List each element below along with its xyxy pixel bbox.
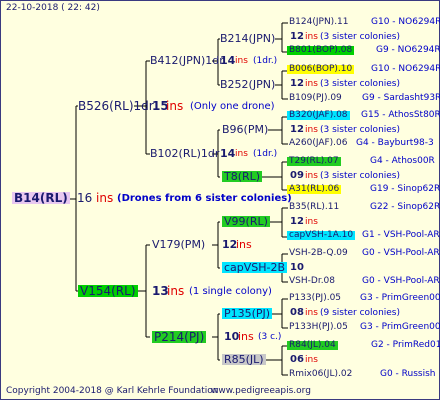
gen5-count: 12 bbox=[290, 216, 304, 227]
gen5-queen: B124(JPN).11 bbox=[289, 17, 349, 27]
sire-sire-ins-count: 14 bbox=[220, 54, 236, 67]
gen5-queen: VSH-2B-Q.09 bbox=[289, 248, 348, 258]
gen5-count: 10 bbox=[290, 262, 304, 273]
gen5-ins-word: ins bbox=[305, 32, 318, 42]
gen5-queen: capVSH-1A.10 bbox=[287, 230, 356, 240]
gen5-code: G3 - PrimGreen00 bbox=[360, 322, 440, 332]
dam-queen: V154(RL) bbox=[78, 284, 138, 298]
dam-sire-ins-word: ins bbox=[236, 238, 252, 251]
gen5-ins-word: ins bbox=[305, 217, 318, 227]
gen5-ins-word: ins bbox=[305, 79, 318, 89]
gen5-count: 06 bbox=[290, 354, 304, 365]
gen5-queen: T29(RL).07 bbox=[287, 156, 341, 166]
sire-dam-ins-word: ins bbox=[235, 149, 248, 159]
gen5-queen: A260(JAF).06 bbox=[289, 138, 348, 148]
gen5-code: G0 - VSH-Pool-AR bbox=[362, 276, 440, 286]
site-link[interactable]: www.pedigreeapis.org bbox=[211, 387, 311, 396]
gen5-code: G2 - PrimRed01 bbox=[371, 340, 440, 350]
sire-dam-note: (1dr.) bbox=[253, 149, 278, 159]
gen5-queen: B006(BOP).10 bbox=[287, 64, 355, 74]
gen5-ins-word: ins bbox=[305, 125, 318, 135]
gen5-queen: VSH-Dr.08 bbox=[289, 276, 336, 286]
gen5-queen: B801(BOP).08 bbox=[287, 45, 355, 55]
dam-sire-dam: capVSH-2B bbox=[222, 261, 288, 274]
gen5-code: G4 - Athos00R bbox=[370, 156, 435, 166]
gen5-count: 12 bbox=[290, 31, 304, 42]
gen5-note: (3 sister colonies) bbox=[320, 125, 401, 135]
dam-note: (1 single colony) bbox=[189, 286, 272, 297]
gen5-count: 12 bbox=[290, 78, 304, 89]
dam-dam-dam: R85(JL) bbox=[222, 353, 266, 366]
copyright-text: Copyright 2004-2018 @ Karl Kehrle Founda… bbox=[6, 386, 219, 396]
sire-sire-queen: B412(JPN)1dr bbox=[150, 54, 224, 67]
sire-dam-dam: T8(RL) bbox=[222, 170, 263, 183]
gen5-queen: B35(RL).11 bbox=[289, 202, 340, 212]
gen5-note: (3 sister colonies) bbox=[320, 32, 401, 42]
gen5-code: G9 - Sardasht93R bbox=[362, 93, 440, 103]
sire-dam-sire: B96(PM) bbox=[222, 123, 269, 136]
gen5-code: G15 - AthosSt80R bbox=[361, 110, 440, 120]
gen5-code: G1 - VSH-Pool-AR bbox=[362, 230, 440, 240]
dam-dam-note: (3 c.) bbox=[258, 332, 282, 342]
sire-sire-dam: B252(JPN) bbox=[220, 78, 276, 91]
dam-sire-sire: V99(RL) bbox=[222, 215, 270, 228]
sire-sire-sire: B214(JPN) bbox=[220, 32, 276, 45]
gen5-code: G0 - Russish bbox=[380, 369, 436, 379]
dam-dam-ins-word: ins bbox=[238, 330, 254, 343]
gen5-queen: P133(PJ).05 bbox=[289, 293, 342, 303]
gen5-ins-word: ins bbox=[305, 171, 318, 181]
sire-sire-note: (1dr.) bbox=[253, 56, 278, 66]
gen5-code: G19 - Sinop62R bbox=[370, 184, 440, 194]
gen5-note: (3 sister colonies) bbox=[320, 79, 401, 89]
root-ins-count: 16 bbox=[77, 191, 93, 205]
root-queen: B14(RL) bbox=[12, 191, 70, 205]
gen5-queen: A31(RL).06 bbox=[287, 184, 342, 194]
gen5-note: (9 sister colonies) bbox=[320, 308, 401, 318]
sire-dam-ins-count: 14 bbox=[220, 147, 236, 160]
gen5-code: G4 - Bayburt98-3 bbox=[356, 138, 434, 148]
gen5-code: G22 - Sinop62R bbox=[370, 202, 440, 212]
root-note: (Drones from 6 sister colonies) bbox=[117, 193, 292, 204]
gen5-queen: Rmix06(JL).02 bbox=[289, 369, 353, 379]
gen5-ins-word: ins bbox=[305, 355, 318, 365]
gen5-code: G10 - NO6294R bbox=[371, 64, 440, 74]
gen5-queen: P133H(PJ).05 bbox=[289, 322, 348, 332]
dam-ins-word: ins bbox=[167, 284, 185, 298]
gen5-note: (3 sister colonies) bbox=[320, 171, 401, 181]
gen5-count: 09 bbox=[290, 170, 304, 181]
sire-note: (Only one drone) bbox=[190, 101, 275, 112]
dam-sire-queen: V179(PM) bbox=[152, 238, 206, 251]
gen5-queen: B109(PJ).09 bbox=[289, 93, 342, 103]
root-ins-word: ins bbox=[96, 191, 114, 205]
dam-dam-queen: P214(PJ) bbox=[152, 330, 207, 344]
gen5-code: G9 - NO6294R bbox=[376, 45, 440, 55]
sire-queen: B526(RL)1dr bbox=[78, 99, 154, 113]
gen5-queen: R84(JL).04 bbox=[287, 340, 338, 350]
sire-dam-queen: B102(RL)1dr bbox=[150, 147, 220, 160]
dam-dam-sire: P135(PJ) bbox=[222, 307, 273, 320]
gen5-code: G3 - PrimGreen00 bbox=[360, 293, 440, 303]
sire-ins-word: ins bbox=[166, 99, 184, 113]
gen5-queen: B320(JAF).08 bbox=[287, 110, 350, 120]
gen5-count: 08 bbox=[290, 307, 304, 318]
gen5-code: G10 - NO6294R bbox=[371, 17, 440, 27]
gen5-code: G0 - VSH-Pool-AR bbox=[362, 248, 440, 258]
gen5-ins-word: ins bbox=[305, 308, 318, 318]
gen5-count: 12 bbox=[290, 124, 304, 135]
sire-sire-ins-word: ins bbox=[235, 56, 248, 66]
date-stamp: 22-10-2018 ( 22: 42) bbox=[6, 3, 100, 13]
